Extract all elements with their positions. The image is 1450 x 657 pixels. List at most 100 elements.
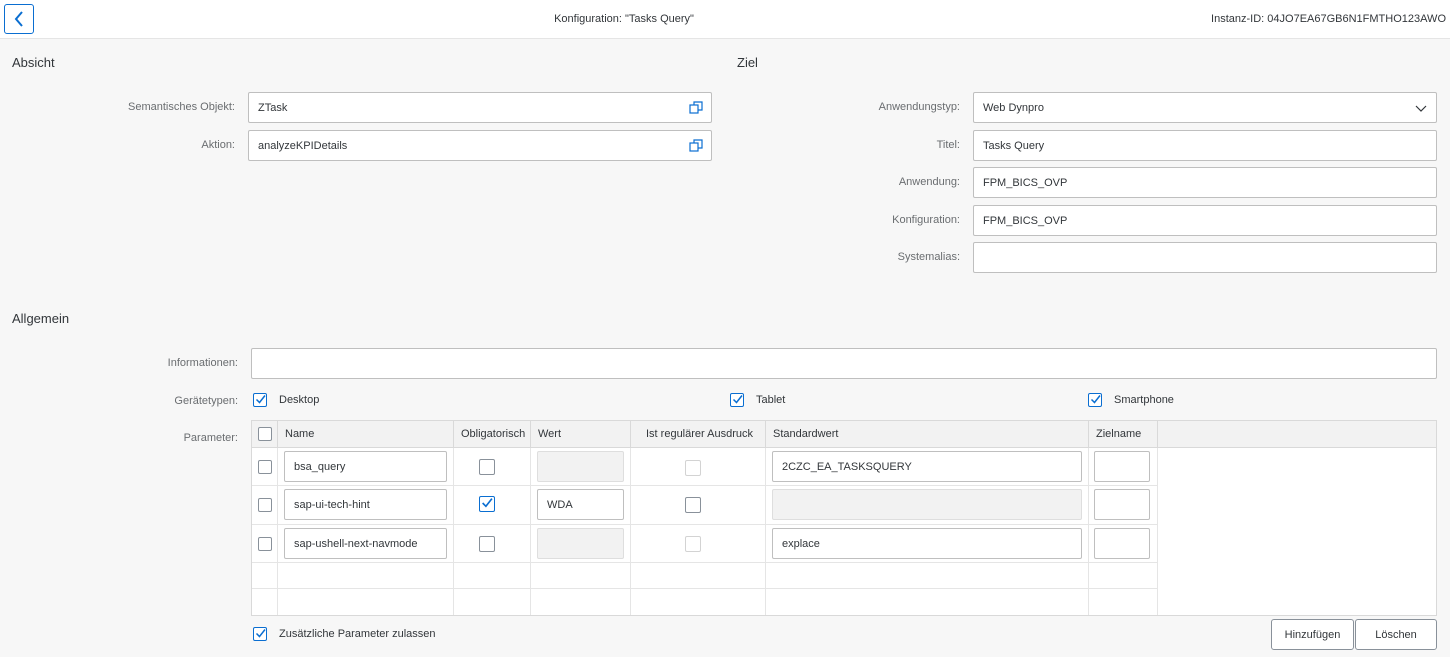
device-tablet-checkbox[interactable] [730, 393, 744, 407]
empty-row-cell [531, 563, 631, 589]
table-cell [631, 448, 766, 486]
section-title-allgemein: Allgemein [12, 311, 70, 326]
configuration-input[interactable]: FPM_BICS_OVP [973, 205, 1437, 236]
column-header-target[interactable]: Zielname [1089, 421, 1158, 448]
table-cell [531, 448, 631, 486]
table-cell [1089, 486, 1158, 525]
section-title-absicht: Absicht [12, 55, 55, 70]
regex-checkbox[interactable] [685, 497, 701, 513]
table-row [252, 486, 278, 525]
system-alias-input[interactable] [973, 242, 1437, 273]
table-cell [631, 486, 766, 525]
mandatory-checkbox[interactable] [479, 459, 495, 475]
title-input[interactable]: Tasks Query [973, 130, 1437, 161]
table-row [252, 525, 278, 563]
column-header-value[interactable]: Wert [531, 421, 631, 448]
param-name-input[interactable]: bsa_query [284, 451, 447, 482]
default-value-input[interactable]: explace [772, 528, 1082, 559]
table-cell [454, 486, 531, 525]
info-input[interactable] [251, 348, 1437, 379]
param-value-input [537, 451, 624, 482]
add-button[interactable]: Hinzufügen [1271, 619, 1354, 650]
target-name-input[interactable] [1094, 451, 1150, 482]
value-help-icon[interactable] [689, 139, 703, 153]
regex-checkbox [685, 536, 701, 552]
table-cell [766, 486, 1089, 525]
additional-params-label: Zusätzliche Parameter zulassen [279, 628, 436, 640]
empty-row-cell [454, 589, 531, 615]
table-cell [1089, 525, 1158, 563]
table-cell: 2CZC_EA_TASKSQUERY [766, 448, 1089, 486]
device-tablet-label: Tablet [756, 394, 786, 406]
param-value-input[interactable]: WDA [537, 489, 624, 520]
table-cell [531, 525, 631, 563]
parameter-table: Name Obligatorisch Wert Ist regulärer Au… [251, 420, 1437, 616]
empty-row-cell [531, 589, 631, 615]
table-cell: WDA [531, 486, 631, 525]
row-select-checkbox[interactable] [258, 460, 272, 474]
value-help-icon[interactable] [689, 101, 703, 115]
regex-checkbox [685, 460, 701, 476]
empty-row-cell [1089, 563, 1158, 589]
checkmark-icon [1090, 395, 1101, 404]
param-name-value: sap-ushell-next-navmode [294, 537, 418, 550]
row-select-checkbox[interactable] [258, 537, 272, 551]
default-value-input [772, 489, 1082, 520]
empty-row-cell [252, 589, 278, 615]
action-input[interactable]: analyzeKPIDetails [248, 130, 712, 161]
instance-id: Instanz-ID: 04JO7EA67GB6N1FMTHO123AWO [1211, 13, 1446, 25]
action-value: analyzeKPIDetails [258, 139, 348, 152]
param-value-text: WDA [547, 498, 573, 511]
default-value-text: 2CZC_EA_TASKSQUERY [782, 460, 912, 473]
column-header-default[interactable]: Standardwert [766, 421, 1089, 448]
empty-row-cell [631, 589, 766, 615]
title-value: Tasks Query [983, 139, 1045, 152]
page-title: Konfiguration: "Tasks Query" [554, 13, 694, 25]
mandatory-checkbox[interactable] [479, 496, 495, 512]
application-value: FPM_BICS_OVP [983, 176, 1068, 189]
parameters-label: Parameter: [183, 432, 238, 444]
target-name-input[interactable] [1094, 528, 1150, 559]
param-name-input[interactable]: sap-ushell-next-navmode [284, 528, 447, 559]
column-header-mandatory[interactable]: Obligatorisch [454, 421, 531, 448]
default-value-input[interactable]: 2CZC_EA_TASKSQUERY [772, 451, 1082, 482]
checkmark-icon [255, 629, 266, 638]
empty-row-cell [454, 563, 531, 589]
delete-button[interactable]: Löschen [1355, 619, 1437, 650]
device-desktop-label: Desktop [279, 394, 320, 406]
info-label: Informationen: [167, 357, 238, 369]
section-title-ziel: Ziel [737, 55, 758, 70]
configuration-value: FPM_BICS_OVP [983, 214, 1068, 227]
table-cell [1089, 448, 1158, 486]
semantic-object-label: Semantisches Objekt: [128, 101, 235, 113]
device-smartphone-checkbox[interactable] [1088, 393, 1102, 407]
row-select-checkbox[interactable] [258, 498, 272, 512]
table-row [252, 448, 278, 486]
chevron-down-icon[interactable] [1414, 101, 1428, 115]
target-name-input[interactable] [1094, 489, 1150, 520]
title-label: Titel: [936, 139, 960, 151]
app-type-value: Web Dynpro [983, 101, 1044, 114]
device-desktop-checkbox[interactable] [253, 393, 267, 407]
empty-row-cell [278, 563, 454, 589]
app-type-label: Anwendungstyp: [878, 101, 960, 113]
column-header-name[interactable]: Name [278, 421, 454, 448]
device-types-label: Gerätetypen: [174, 395, 238, 407]
header-filler [1158, 421, 1436, 448]
application-label: Anwendung: [898, 176, 960, 188]
table-cell [454, 448, 531, 486]
select-all-checkbox[interactable] [258, 427, 272, 441]
empty-row-cell [766, 589, 1089, 615]
empty-row-cell [252, 563, 278, 589]
empty-row-cell [278, 589, 454, 615]
table-cell: sap-ui-tech-hint [278, 486, 454, 525]
column-header-regex[interactable]: Ist regulärer Ausdruck [631, 421, 766, 448]
mandatory-checkbox[interactable] [479, 536, 495, 552]
application-input[interactable]: FPM_BICS_OVP [973, 167, 1437, 198]
semantic-object-input[interactable]: ZTask [248, 92, 712, 123]
app-type-select[interactable]: Web Dynpro [973, 92, 1437, 123]
configuration-label: Konfiguration: [892, 214, 960, 226]
semantic-object-value: ZTask [258, 101, 288, 114]
param-name-input[interactable]: sap-ui-tech-hint [284, 489, 447, 520]
additional-params-checkbox[interactable] [253, 627, 267, 641]
